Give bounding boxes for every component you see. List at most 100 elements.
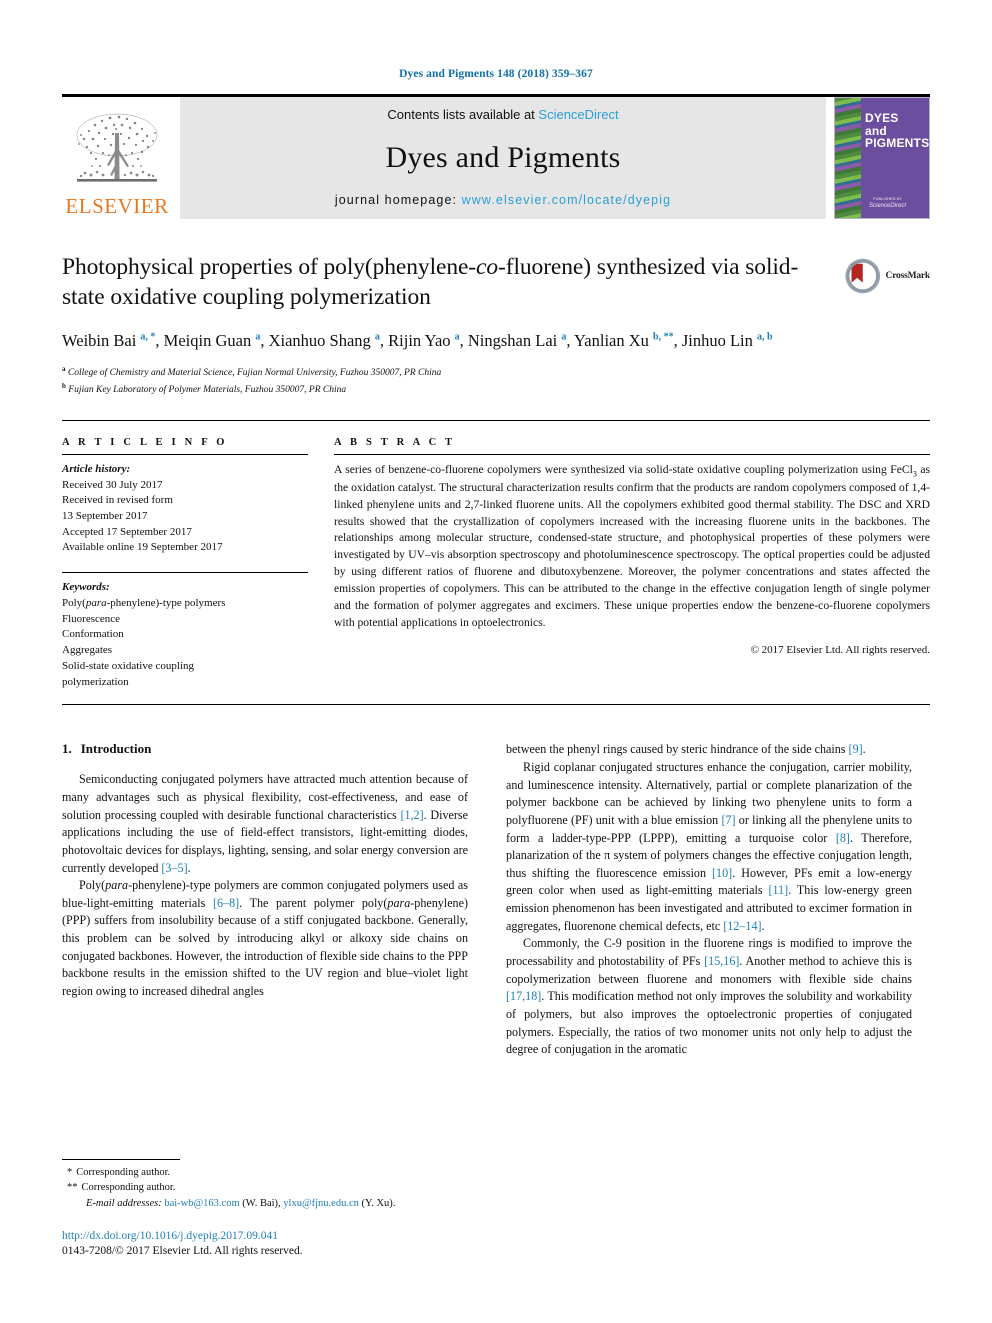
italic-term: para — [387, 895, 411, 910]
citation-reference[interactable]: [10] — [712, 866, 732, 880]
affiliation-text: Fujian Key Laboratory of Polymer Materia… — [65, 385, 347, 396]
author-name: Meiqin Guan — [163, 331, 256, 351]
author-name: Rijin Yao — [388, 331, 455, 351]
email-link-1[interactable]: bai-wb@163.com — [164, 1198, 239, 1209]
abstract-column: A B S T R A C T A series of benzene-co-f… — [334, 437, 930, 690]
author-separator: , — [155, 331, 164, 351]
corresponding-author-2: ** Corresponding author. — [62, 1180, 468, 1196]
affiliation-text: College of Chemistry and Material Scienc… — [65, 368, 442, 379]
sciencedirect-link[interactable]: ScienceDirect — [538, 107, 618, 122]
left-column-paragraphs: Semiconducting conjugated polymers have … — [62, 771, 468, 1001]
email-owner-2: (Y. Xu) — [361, 1198, 393, 1210]
contents-available-line: Contents lists available at ScienceDirec… — [387, 107, 618, 122]
citation-reference[interactable]: [11] — [768, 883, 788, 897]
affiliation-list: a College of Chemistry and Material Scie… — [62, 364, 930, 398]
citation-reference[interactable]: [15,16] — [704, 954, 739, 968]
article-page: Dyes and Pigments 148 (2018) 359–367 ELS… — [0, 0, 992, 1323]
crossmark-badge[interactable]: CrossMark — [844, 255, 930, 297]
article-history-item: Received in revised form — [62, 494, 173, 507]
body-column-left: 1. Introduction Semiconducting conjugated… — [62, 741, 468, 1059]
author-separator: , — [566, 331, 575, 351]
italic-term: para — [105, 878, 129, 893]
running-head: Dyes and Pigments 148 (2018) 359–367 — [399, 68, 593, 80]
issn-copyright: 0143-7208/© 2017 Elsevier Ltd. All right… — [62, 1245, 303, 1258]
abstract-part1: A series of benzene-co-fluorene copolyme… — [334, 462, 913, 476]
article-history-item: 13 September 2017 — [62, 510, 148, 523]
body-paragraph: Semiconducting conjugated polymers have … — [62, 772, 468, 875]
citation-reference[interactable]: [9] — [849, 742, 863, 756]
title-block: Photophysical properties of poly(phenyle… — [62, 253, 930, 312]
footnote-rule — [62, 1158, 180, 1160]
journal-cover-thumbnail: DYES and PIGMENTS PUBLISHED BY ScienceDi… — [834, 97, 930, 219]
journal-homepage-link[interactable]: www.elsevier.com/locate/dyepig — [462, 193, 671, 207]
keyword-item: Solid-state oxidative coupling — [62, 659, 194, 672]
doi-link[interactable]: http://dx.doi.org/10.1016/j.dyepig.2017.… — [62, 1229, 468, 1245]
keyword-item: polymerization — [62, 675, 129, 688]
elsevier-tree-icon — [76, 113, 158, 182]
corresponding-text-1: Corresponding author. — [76, 1166, 171, 1178]
author-separator: , — [459, 331, 468, 351]
abstract-rule — [334, 453, 930, 455]
keyword-italic: para — [85, 596, 107, 609]
article-history-label: Article history: — [62, 462, 131, 475]
footnote-block: * Corresponding author. ** Corresponding a… — [62, 1158, 468, 1260]
article-history-item: Received 30 July 2017 — [62, 478, 163, 491]
author-name: Xianhuo Shang — [268, 331, 375, 351]
email-period: . — [392, 1198, 396, 1210]
keyword-item: Conformation — [62, 628, 124, 641]
journal-title: Dyes and Pigments — [385, 140, 621, 174]
citation-reference[interactable]: [12–14] — [723, 919, 761, 933]
corresponding-author-1: * Corresponding author. — [62, 1165, 468, 1181]
title-part-a: Photophysical properties of poly(phenyle… — [62, 254, 477, 280]
cover-footer: PUBLISHED BY ScienceDirect — [869, 196, 906, 210]
citation-reference[interactable]: [8] — [836, 831, 850, 845]
keywords-label: Keywords: — [62, 581, 110, 594]
citation-reference[interactable]: [17,18] — [506, 989, 541, 1003]
author-name: Ningshan Lai — [467, 331, 562, 351]
body-paragraph: Rigid coplanar conjugated structures enh… — [506, 759, 913, 933]
elsevier-wordmark: ELSEVIER — [65, 194, 169, 218]
article-info-heading: A R T I C L E I N F O — [62, 436, 228, 448]
keyword-item: Aggregates — [62, 644, 113, 657]
section-heading-introduction: 1. Introduction — [62, 741, 468, 757]
article-history-item: Available online 19 September 2017 — [62, 541, 223, 554]
abstract-bottom-rule — [62, 704, 930, 706]
affiliation-item: b Fujian Key Laboratory of Polymer Mater… — [62, 381, 930, 398]
cover-title: DYES and PIGMENTS — [865, 112, 929, 150]
abstract-copyright: © 2017 Elsevier Ltd. All rights reserved… — [750, 643, 930, 656]
article-info-column: A R T I C L E I N F O Article history: R… — [62, 437, 308, 690]
email-link-2[interactable]: ylxu@fjnu.edu.cn — [283, 1198, 359, 1209]
body-column-right: between the phenyl rings caused by steri… — [506, 741, 912, 1059]
body-columns: 1. Introduction Semiconducting conjugated… — [62, 741, 930, 1059]
abstract-text: A series of benzene-co-fluorene copolyme… — [334, 462, 930, 632]
author-separator: , — [673, 331, 682, 351]
affiliation-item: a College of Chemistry and Material Scie… — [62, 364, 930, 381]
author-separator: , — [260, 331, 269, 351]
citation-reference[interactable]: [6–8] — [213, 896, 239, 910]
abstract-part2: as the oxidation catalyst. The structura… — [334, 462, 930, 629]
article-history-group: Article history: Received 30 July 2017 Re… — [62, 462, 308, 556]
section-title-text: Introduction — [80, 741, 152, 757]
keywords-rule — [62, 572, 308, 574]
citation-reference[interactable]: [3–5] — [161, 861, 187, 875]
article-history-item: Accepted 17 September 2017 — [62, 525, 192, 538]
author-name: Weibin Bai — [62, 331, 141, 351]
citation-reference[interactable]: [1,2] — [400, 808, 423, 822]
journal-band: Contents lists available at ScienceDirec… — [180, 97, 826, 219]
corresponding-marker-2: ** — [67, 1182, 78, 1194]
cover-title-line3: PIGMENTS — [865, 136, 930, 151]
abstract-heading: A B S T R A C T — [334, 436, 456, 448]
citation-reference[interactable]: [7] — [721, 813, 735, 827]
email-addresses-line: E-mail addresses: bai-wb@163.com (W. Bai… — [62, 1196, 468, 1212]
body-paragraph: Commonly, the C-9 position in the fluore… — [506, 936, 913, 1057]
info-abstract-region: A R T I C L E I N F O Article history: R… — [62, 419, 930, 690]
title-part-b: -fluorene) synthesized — [498, 254, 706, 280]
author-list: Weibin Bai a, *, Meiqin Guan a, Xianhuo … — [62, 329, 892, 353]
journal-masthead: ELSEVIER Contents lists available at Sci… — [62, 94, 930, 219]
author-affiliation-marker: b, ** — [653, 331, 674, 343]
email-owner-1: (W. Bai) — [242, 1198, 279, 1210]
author-name: Jinhuo Lin — [681, 331, 757, 351]
keyword-item: Poly(para-phenylene)-type polymers — [62, 596, 226, 609]
author-separator: , — [379, 331, 389, 351]
